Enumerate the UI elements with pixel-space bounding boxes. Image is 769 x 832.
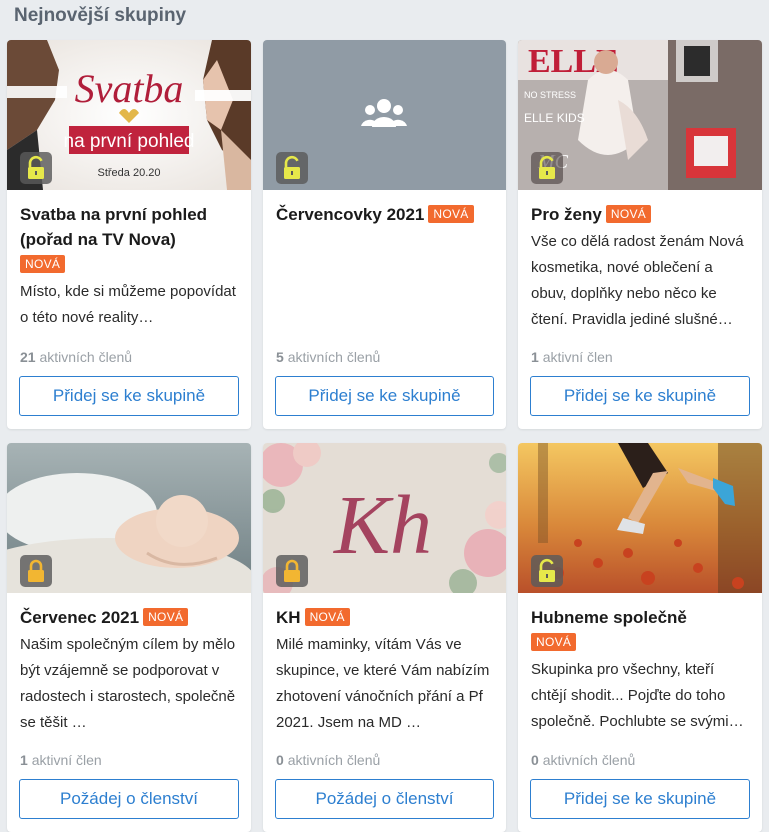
member-count: 0 aktivních členů (276, 752, 381, 768)
join-group-button[interactable]: Přidej se ke skupině (530, 779, 750, 819)
lock-icon (276, 555, 308, 587)
group-description: Skupinka pro všechny, kteří chtějí shodi… (531, 661, 744, 730)
group-description: Vše co dělá radost ženám Nová kosmetika,… (531, 233, 744, 328)
group-title[interactable]: Červenec 2021 NOVÁ (20, 605, 239, 630)
group-card: Svatba na první pohled Středa 20.20 Svat… (7, 40, 251, 429)
unlock-icon (20, 152, 52, 184)
new-badge: NOVÁ (304, 608, 350, 626)
group-image[interactable]: Kh (263, 443, 506, 593)
group-image[interactable] (263, 40, 506, 190)
group-title[interactable]: KH NOVÁ (276, 605, 494, 630)
group-title[interactable]: Pro ženy NOVÁ (531, 202, 750, 227)
group-card: Červenec 2021 NOVÁ Našim společným cílem … (7, 443, 251, 832)
new-badge: NOVÁ (143, 608, 189, 626)
group-image[interactable] (518, 443, 762, 593)
member-count: 21 aktivních členů (20, 349, 133, 365)
new-badge: NOVÁ (605, 205, 652, 223)
group-description: Místo, kde si můžeme popovídat o této no… (20, 283, 236, 326)
join-group-button[interactable]: Přidej se ke skupině (530, 376, 750, 416)
member-count: 0 aktivních členů (531, 752, 636, 768)
groups-grid: Svatba na první pohled Středa 20.20 Svat… (7, 40, 762, 832)
thumb-text: Středa 20.20 (98, 167, 161, 179)
request-membership-button[interactable]: Požádej o členství (19, 779, 239, 819)
unlock-icon (276, 152, 308, 184)
section-title: Nejnovější skupiny (14, 5, 187, 26)
svg-text:ELLE KIDS: ELLE KIDS (524, 111, 585, 125)
group-image[interactable]: Svatba na první pohled Středa 20.20 (7, 40, 251, 190)
group-title[interactable]: Svatba na první pohled (pořad na TV Nova… (20, 202, 239, 277)
logo-text: Kh (333, 479, 432, 572)
new-badge: NOVÁ (428, 205, 474, 223)
lock-icon (20, 555, 52, 587)
thumb-text: na první pohled (64, 131, 195, 152)
new-badge: NOVÁ (20, 255, 66, 273)
group-description: Milé maminky, vítám Vás ve skupince, ve … (276, 636, 490, 731)
group-title[interactable]: Hubneme společně NOVÁ (531, 605, 750, 655)
new-badge: NOVÁ (531, 633, 577, 651)
group-description: Našim společným cílem by mělo být vzájem… (20, 636, 236, 731)
unlock-icon (531, 152, 563, 184)
member-count: 1 aktivní člen (20, 752, 102, 768)
thumb-text: Svatba (75, 66, 184, 111)
request-membership-button[interactable]: Požádej o členství (275, 779, 494, 819)
group-card: Hubneme společně NOVÁ Skupinka pro všechn… (518, 443, 762, 832)
join-group-button[interactable]: Přidej se ke skupině (275, 376, 494, 416)
member-count: 5 aktivních členů (276, 349, 381, 365)
group-image[interactable]: ELLE NO STRESS ELLE KIDS MC (518, 40, 762, 190)
member-count: 1 aktivní člen (531, 349, 613, 365)
svg-text:NO STRESS: NO STRESS (524, 90, 576, 100)
group-card: Červencovky 2021 NOVÁ 5 aktivních členů P… (263, 40, 506, 429)
join-group-button[interactable]: Přidej se ke skupině (19, 376, 239, 416)
unlock-icon (531, 555, 563, 587)
group-card: Kh KH NOVÁ Milé maminky, vítám Vás ve sku… (263, 443, 506, 832)
group-title[interactable]: Červencovky 2021 NOVÁ (276, 202, 494, 227)
group-card: ELLE NO STRESS ELLE KIDS MC Pro ženyNOVÁ… (518, 40, 762, 429)
group-image[interactable] (7, 443, 251, 593)
